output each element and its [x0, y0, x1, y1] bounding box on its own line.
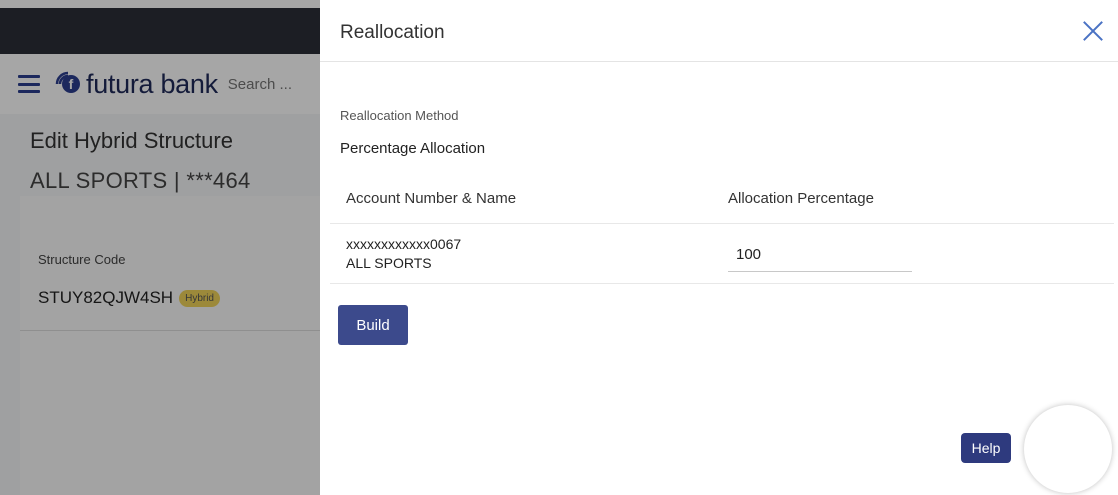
reallocation-method-label: Reallocation Method [340, 108, 459, 123]
modal-overlay[interactable] [0, 0, 320, 495]
panel-title: Reallocation [340, 22, 445, 43]
help-button[interactable]: Help [961, 433, 1011, 463]
column-header-account: Account Number & Name [346, 190, 517, 207]
build-button[interactable]: Build [338, 305, 408, 345]
table-header: Account Number & Name Allocation Percent… [330, 172, 1114, 224]
allocation-table: Account Number & Name Allocation Percent… [330, 172, 1114, 284]
table-row: xxxxxxxxxxxx0067 ALL SPORTS [330, 224, 1114, 284]
allocation-percentage-input[interactable] [728, 238, 912, 272]
chat-widget[interactable] [1024, 405, 1112, 493]
reallocation-method-value: Percentage Allocation [340, 140, 486, 157]
account-number: xxxxxxxxxxxx0067 [346, 236, 462, 252]
column-header-percentage: Allocation Percentage [728, 190, 874, 207]
close-icon[interactable] [1082, 20, 1104, 42]
panel-header: Reallocation [320, 0, 1118, 62]
reallocation-panel: Reallocation Reallocation Method Percent… [320, 0, 1118, 495]
account-name: ALL SPORTS [346, 255, 432, 271]
